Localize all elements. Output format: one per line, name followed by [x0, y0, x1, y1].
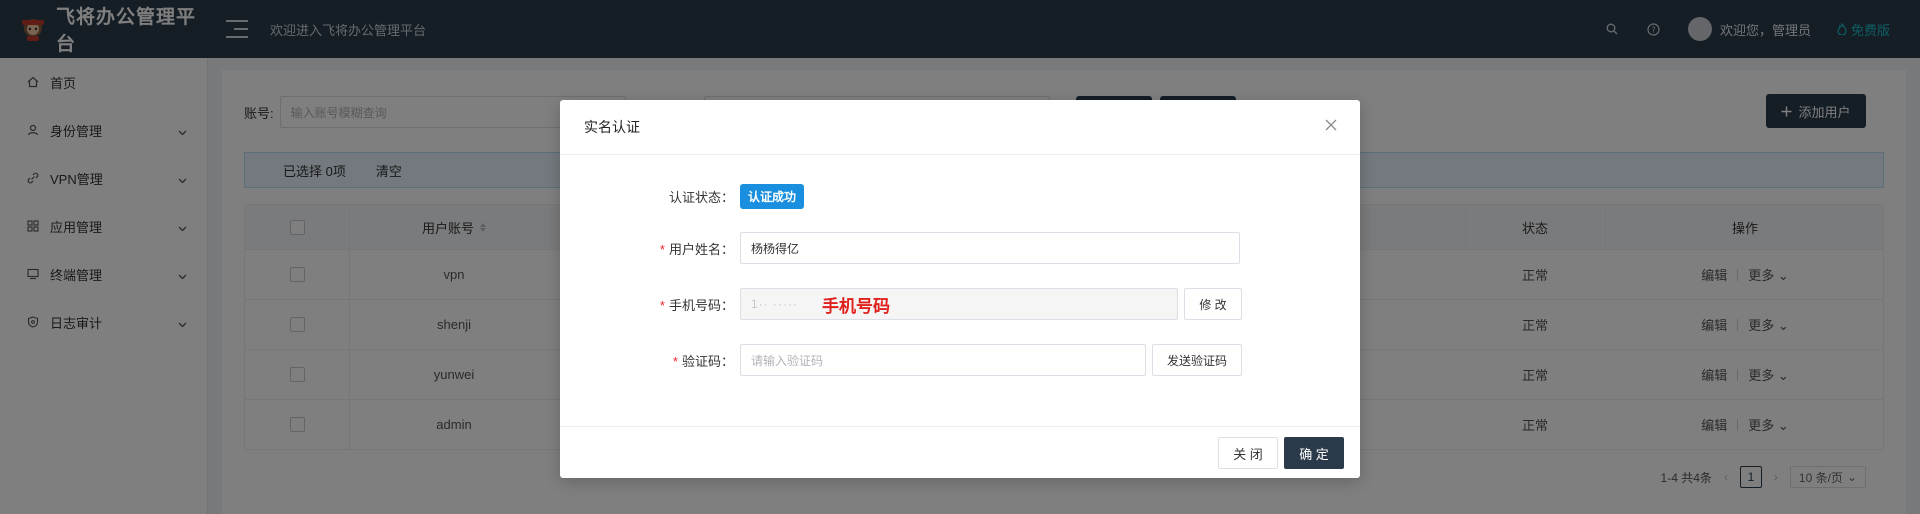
auth-status-row: 认证状态： 认证成功	[560, 184, 805, 209]
verification-code-input[interactable]: 请输入验证码	[740, 344, 1146, 376]
name-row: * 用户姓名： 杨杨得亿	[560, 232, 1240, 264]
name-field[interactable]: 杨杨得亿	[740, 232, 1240, 264]
send-code-button[interactable]: 发送验证码	[1152, 344, 1242, 376]
dialog-title: 实名认证	[584, 119, 640, 135]
code-label: * 验证码：	[672, 353, 734, 369]
realname-auth-dialog: 实名认证 认证状态： 认证成功 * 用户姓名： 杨杨得亿 * 手机号码： 1·· ·…	[560, 100, 1360, 478]
modify-phone-button[interactable]: 修 改	[1184, 288, 1242, 320]
code-row: * 验证码： 请输入验证码 发送验证码	[560, 344, 1242, 376]
status-badge: 认证成功	[740, 184, 805, 209]
phone-label: * 手机号码：	[659, 297, 734, 313]
name-label: * 用户姓名：	[659, 241, 734, 257]
auth-status-label: 认证状态：	[668, 190, 734, 205]
close-button[interactable]: 关 闭	[1218, 437, 1278, 469]
close-icon[interactable]	[1324, 118, 1338, 132]
dialog-header: 实名认证	[560, 100, 1360, 155]
phone-row: * 手机号码： 1·· ····· 手机号码 修 改	[560, 288, 1242, 320]
phone-annotation: 手机号码	[821, 296, 890, 316]
masked-phone: 1·· ·····	[751, 297, 798, 311]
phone-field[interactable]: 1·· ····· 手机号码	[740, 288, 1178, 320]
dialog-footer: 关 闭 确 定	[560, 426, 1360, 478]
confirm-button[interactable]: 确 定	[1284, 437, 1344, 469]
